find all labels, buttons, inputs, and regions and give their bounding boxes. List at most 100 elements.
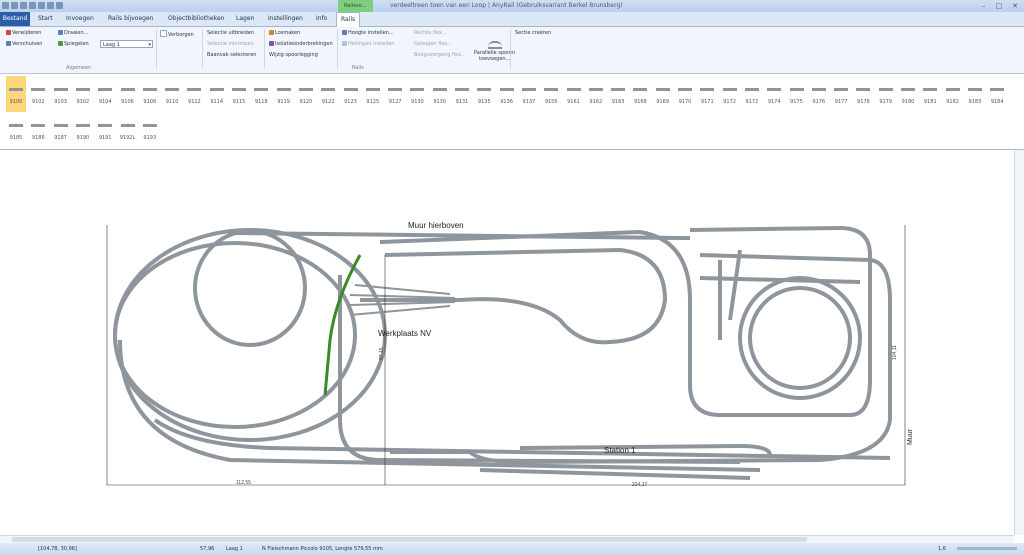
palette-item[interactable]: 9102 <box>73 76 93 112</box>
palette-item[interactable]: 9169 <box>653 76 673 112</box>
palette-item[interactable]: 9130 <box>407 76 427 112</box>
hellingen-instellen-button[interactable]: Hellingen instellen <box>342 41 394 47</box>
track-outer-left-loop[interactable] <box>113 228 387 442</box>
tab-start[interactable]: Start <box>38 12 53 26</box>
palette-item[interactable]: 9193 <box>140 112 160 148</box>
palette-item[interactable]: 9180 <box>898 76 918 112</box>
selectie-inkrimpen-button[interactable]: Selectie inkrimpen <box>207 41 254 47</box>
palette-item[interactable]: 9174 <box>764 76 784 112</box>
wijzig-spoorlegging-button[interactable]: Wijzig spoorlegging <box>269 52 318 58</box>
spiegelen-button[interactable]: Spiegelen <box>58 41 89 47</box>
palette-item[interactable]: 9123 <box>341 76 361 112</box>
zoom-slider[interactable] <box>957 547 1017 550</box>
palette-item[interactable]: 9108 <box>140 76 160 112</box>
palette-item[interactable]: 9187 <box>51 112 71 148</box>
vertical-scrollbar[interactable] <box>1014 150 1024 535</box>
sectie-creeren-button[interactable]: Sectie creëren <box>515 30 551 36</box>
new-icon[interactable] <box>11 2 18 9</box>
palette-item[interactable]: 9176 <box>809 76 829 112</box>
palette-item[interactable]: 9161 <box>564 76 584 112</box>
track-right-outer[interactable] <box>390 253 892 465</box>
undo-icon[interactable] <box>47 2 54 9</box>
track-plan[interactable]: Muur hierboven Werkplaats NV Station 1 M… <box>0 150 1014 535</box>
palette-item[interactable]: 9110 <box>162 76 182 112</box>
palette-item[interactable]: 9125 <box>363 76 383 112</box>
track-cross-right[interactable] <box>699 276 861 284</box>
palette-item[interactable]: 9170 <box>675 76 695 112</box>
palette-item[interactable]: 9137 <box>519 76 539 112</box>
minimize-icon[interactable]: – <box>982 2 986 10</box>
palette-item[interactable]: 9181 <box>920 76 940 112</box>
palette-item[interactable]: 9190 <box>73 112 93 148</box>
gebogen-flex-button[interactable]: Gebogen flex... <box>414 41 452 47</box>
palette-item[interactable]: 9178 <box>853 76 873 112</box>
palette-item[interactable]: 9115 <box>229 76 249 112</box>
palette-item[interactable]: 9130 <box>430 76 450 112</box>
redo-icon[interactable] <box>56 2 63 9</box>
palette-item[interactable]: 9179 <box>876 76 896 112</box>
palette-item[interactable]: 9172 <box>720 76 740 112</box>
palette-item[interactable]: 9122 <box>318 76 338 112</box>
track-small-circle-left[interactable] <box>193 229 307 347</box>
palette-item[interactable]: 9100 <box>6 76 26 112</box>
track-circle-right-2[interactable] <box>738 276 862 400</box>
maximize-icon[interactable]: □ <box>996 2 1003 10</box>
open-icon[interactable] <box>20 2 27 9</box>
horizontal-scroll-thumb[interactable] <box>12 537 807 542</box>
palette-item[interactable]: 9119 <box>274 76 294 112</box>
isolatieonderbrekingen-button[interactable]: Isolatieonderbrekingen <box>269 41 333 47</box>
verborgen-checkbox[interactable]: Verborgen <box>160 30 194 38</box>
palette-item[interactable]: 9120 <box>296 76 316 112</box>
track-inner-left-loop[interactable] <box>113 241 357 429</box>
tab-bestand[interactable]: Bestand <box>0 12 30 26</box>
draaien-button[interactable]: Draaien... <box>58 30 88 36</box>
palette-item[interactable]: 9172 <box>742 76 762 112</box>
print-icon[interactable] <box>38 2 45 9</box>
verschuiven-button[interactable]: Verschuiven <box>6 41 42 47</box>
losmaken-button[interactable]: Losmaken <box>269 30 300 36</box>
save-icon[interactable] <box>29 2 36 9</box>
palette-item[interactable]: 9106 <box>118 76 138 112</box>
selectie-uitbreiden-button[interactable]: Selectie uitbreiden <box>207 30 254 36</box>
palette-item[interactable]: 9184 <box>987 76 1007 112</box>
palette-item[interactable]: 9163 <box>608 76 628 112</box>
hoogte-instellen-button[interactable]: Hoogte instellen... <box>342 30 394 36</box>
palette-item[interactable]: 9102 <box>28 76 48 112</box>
palette-item[interactable]: 9183 <box>965 76 985 112</box>
tab-info[interactable]: Info <box>316 12 327 26</box>
palette-item[interactable]: 9127 <box>385 76 405 112</box>
palette-item[interactable]: 9135 <box>474 76 494 112</box>
palette-item[interactable]: 9175 <box>787 76 807 112</box>
tab-objectbibliotheken[interactable]: Objectbibliotheken <box>168 12 224 26</box>
track-spur-right-2[interactable] <box>728 249 742 321</box>
close-icon[interactable]: ✕ <box>1012 2 1018 10</box>
palette-item[interactable]: 9103 <box>51 76 71 112</box>
palette-item[interactable]: 9177 <box>831 76 851 112</box>
palette-item[interactable]: 9182 <box>943 76 963 112</box>
palette-item[interactable]: 9168 <box>630 76 650 112</box>
tab-instellingen[interactable]: Instellingen <box>268 12 303 26</box>
baanvak-selecteren-button[interactable]: Baanvak selecteren <box>207 52 256 58</box>
verwijderen-button[interactable]: Verwijderen <box>6 30 41 36</box>
tab-lagen[interactable]: Lagen <box>236 12 254 26</box>
rechte-flex-button[interactable]: Rechte flex... <box>414 30 447 36</box>
palette-item[interactable]: 9136 <box>497 76 517 112</box>
palette-item[interactable]: 9185 <box>6 112 26 148</box>
palette-item[interactable]: 9112 <box>184 76 204 112</box>
palette-item[interactable]: 9118 <box>251 76 271 112</box>
boogovergang-flex-button[interactable]: Boogovergang flex... <box>414 52 466 58</box>
palette-item[interactable]: 9114 <box>207 76 227 112</box>
layer-select[interactable]: Laag 1 ▾ <box>100 40 153 48</box>
palette-item[interactable]: 9171 <box>697 76 717 112</box>
tab-rails-bijvoegen[interactable]: Rails bijvoegen <box>108 12 153 26</box>
tab-invoegen[interactable]: Invoegen <box>66 12 94 26</box>
drawing-canvas[interactable]: Muur hierboven Werkplaats NV Station 1 M… <box>0 150 1024 535</box>
tab-rails[interactable]: Rails <box>336 12 361 27</box>
track-small-circle-right[interactable] <box>748 286 852 390</box>
palette-item[interactable]: 9131 <box>452 76 472 112</box>
palette-item[interactable]: 9191 <box>95 112 115 148</box>
palette-item[interactable]: 9155 <box>541 76 561 112</box>
palette-item[interactable]: 9192L <box>118 112 138 148</box>
palette-item[interactable]: 9186 <box>28 112 48 148</box>
palette-item[interactable]: 9162 <box>586 76 606 112</box>
